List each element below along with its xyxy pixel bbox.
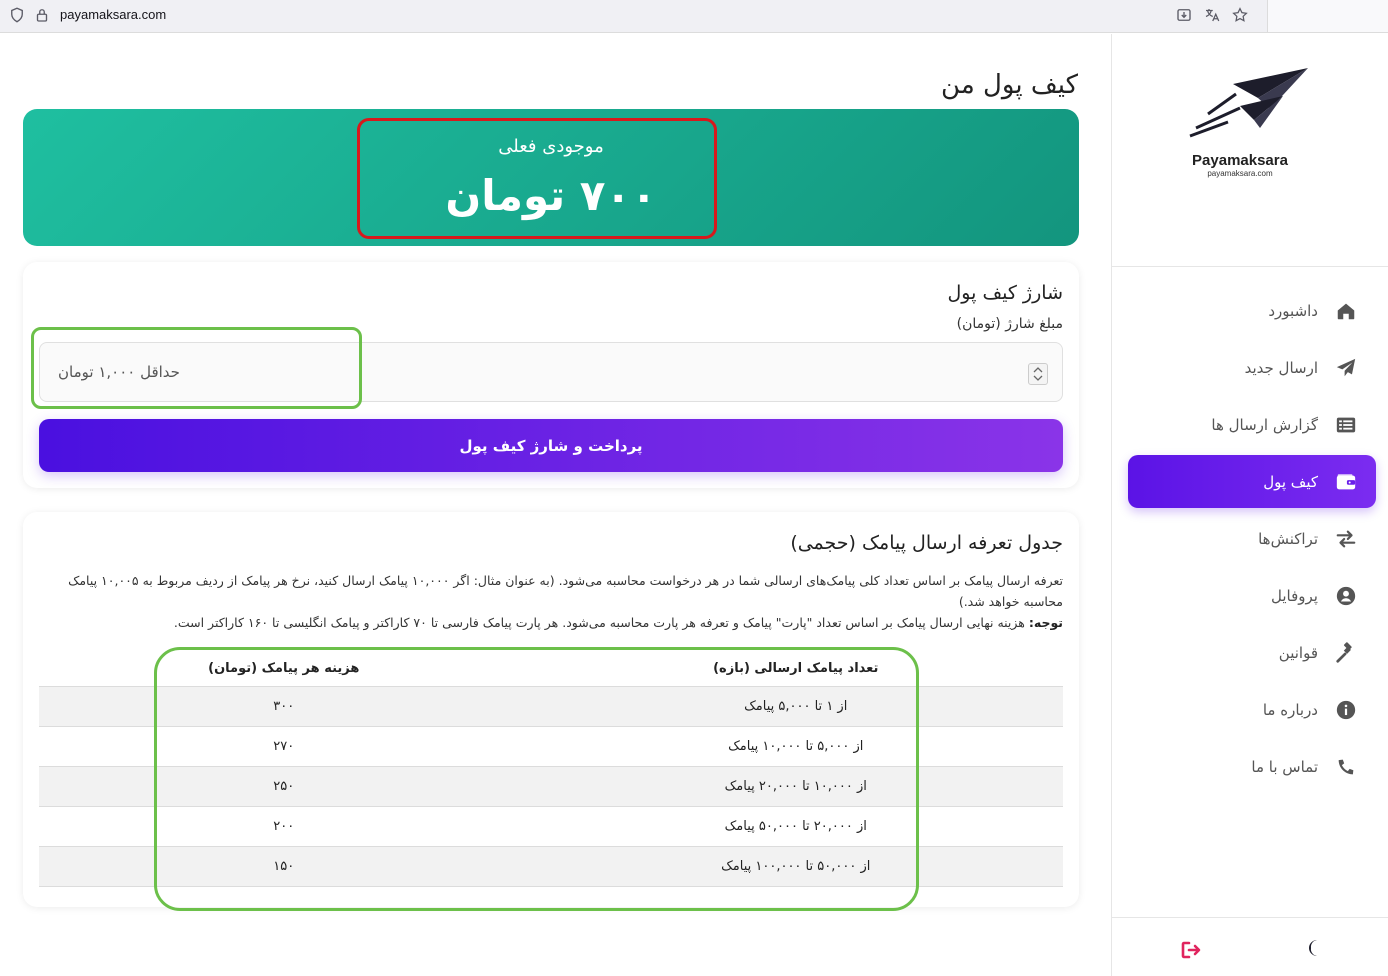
sidebar-item-profile[interactable]: پروفایل — [1128, 569, 1376, 622]
phone-icon — [1334, 755, 1358, 779]
sidebar-item-label: گزارش ارسال ها — [1211, 415, 1318, 434]
stepper-arrows-icon — [1033, 367, 1043, 381]
exchange-icon — [1334, 527, 1358, 551]
sidebar-item-transactions[interactable]: تراکنش‌ها — [1128, 512, 1376, 565]
translate-icon[interactable] — [1203, 6, 1221, 24]
charge-amount-label: مبلغ شارژ (تومان) — [956, 316, 1063, 332]
brand-name: Payamaksara — [1192, 152, 1288, 169]
sidebar-item-label: ارسال جدید — [1244, 358, 1318, 377]
logo-area[interactable]: Payamaksara payamaksara.com — [1112, 34, 1388, 267]
sidebar: Payamaksara payamaksara.com داشبورد ارسا… — [1111, 34, 1388, 976]
download-page-icon[interactable] — [1175, 6, 1193, 24]
sidebar-item-label: پروفایل — [1271, 586, 1318, 605]
wallet-icon — [1334, 470, 1358, 494]
shield-icon[interactable] — [8, 6, 26, 24]
lock-icon[interactable] — [33, 6, 51, 24]
number-stepper[interactable] — [1028, 363, 1048, 385]
sidebar-item-dashboard[interactable]: داشبورد — [1128, 284, 1376, 337]
tariff-description: تعرفه ارسال پیامک بر اساس تعداد کلی پیام… — [68, 573, 1063, 609]
browser-toolbar: payamaksara.com — [0, 0, 1388, 33]
sidebar-item-about[interactable]: درباره ما — [1128, 683, 1376, 736]
paper-plane-icon — [1334, 356, 1358, 380]
logout-icon[interactable] — [1180, 940, 1204, 960]
brand-url: payamaksara.com — [1207, 169, 1273, 178]
sidebar-item-send-reports[interactable]: گزارش ارسال ها — [1128, 398, 1376, 451]
page-title: کیف پول من — [941, 70, 1078, 100]
charge-title: شارژ کیف پول — [947, 282, 1064, 304]
sidebar-item-label: کیف پول — [1263, 472, 1318, 491]
user-circle-icon — [1334, 584, 1358, 608]
sidebar-item-contact[interactable]: تماس با ما — [1128, 740, 1376, 793]
url-text: payamaksara.com — [60, 7, 167, 22]
sidebar-item-rules[interactable]: قوانین — [1128, 626, 1376, 679]
sidebar-footer — [1112, 917, 1388, 976]
sidebar-item-label: درباره ما — [1262, 700, 1318, 719]
gavel-icon — [1334, 641, 1358, 665]
home-icon — [1334, 299, 1358, 323]
amount-input-highlight-box — [31, 327, 362, 409]
tariff-title: جدول تعرفه ارسال پیامک (حجمی) — [790, 532, 1063, 554]
sidebar-item-label: تماس با ما — [1251, 757, 1318, 776]
sidebar-item-new-send[interactable]: ارسال جدید — [1128, 341, 1376, 394]
sidebar-item-label: قوانین — [1278, 643, 1318, 662]
sidebar-item-label: تراکنش‌ها — [1258, 529, 1318, 548]
bookmark-star-icon[interactable] — [1231, 6, 1249, 24]
tariff-table-highlight-box — [154, 647, 919, 911]
sidebar-item-wallet[interactable]: کیف پول — [1128, 455, 1376, 508]
paper-planes-logo-icon — [1189, 68, 1308, 138]
balance-highlight-box — [357, 118, 717, 239]
address-bar[interactable]: payamaksara.com — [0, 0, 1255, 30]
tariff-note-text: هزینه نهایی ارسال پیامک بر اساس تعداد "پ… — [173, 615, 1029, 630]
tariff-note-label: توجه: — [1028, 615, 1063, 630]
tariff-note: توجه: هزینه نهایی ارسال پیامک بر اساس تع… — [39, 612, 1063, 633]
browser-toolbar-right — [1267, 0, 1388, 32]
moon-icon[interactable] — [1304, 938, 1324, 958]
info-icon — [1334, 698, 1358, 722]
pay-and-charge-button[interactable]: پرداخت و شارژ کیف پول — [39, 419, 1063, 472]
sidebar-nav: داشبورد ارسال جدید گزارش ارسال ها کیف پو… — [1128, 284, 1376, 797]
sidebar-item-label: داشبورد — [1268, 301, 1318, 320]
list-icon — [1334, 413, 1358, 437]
